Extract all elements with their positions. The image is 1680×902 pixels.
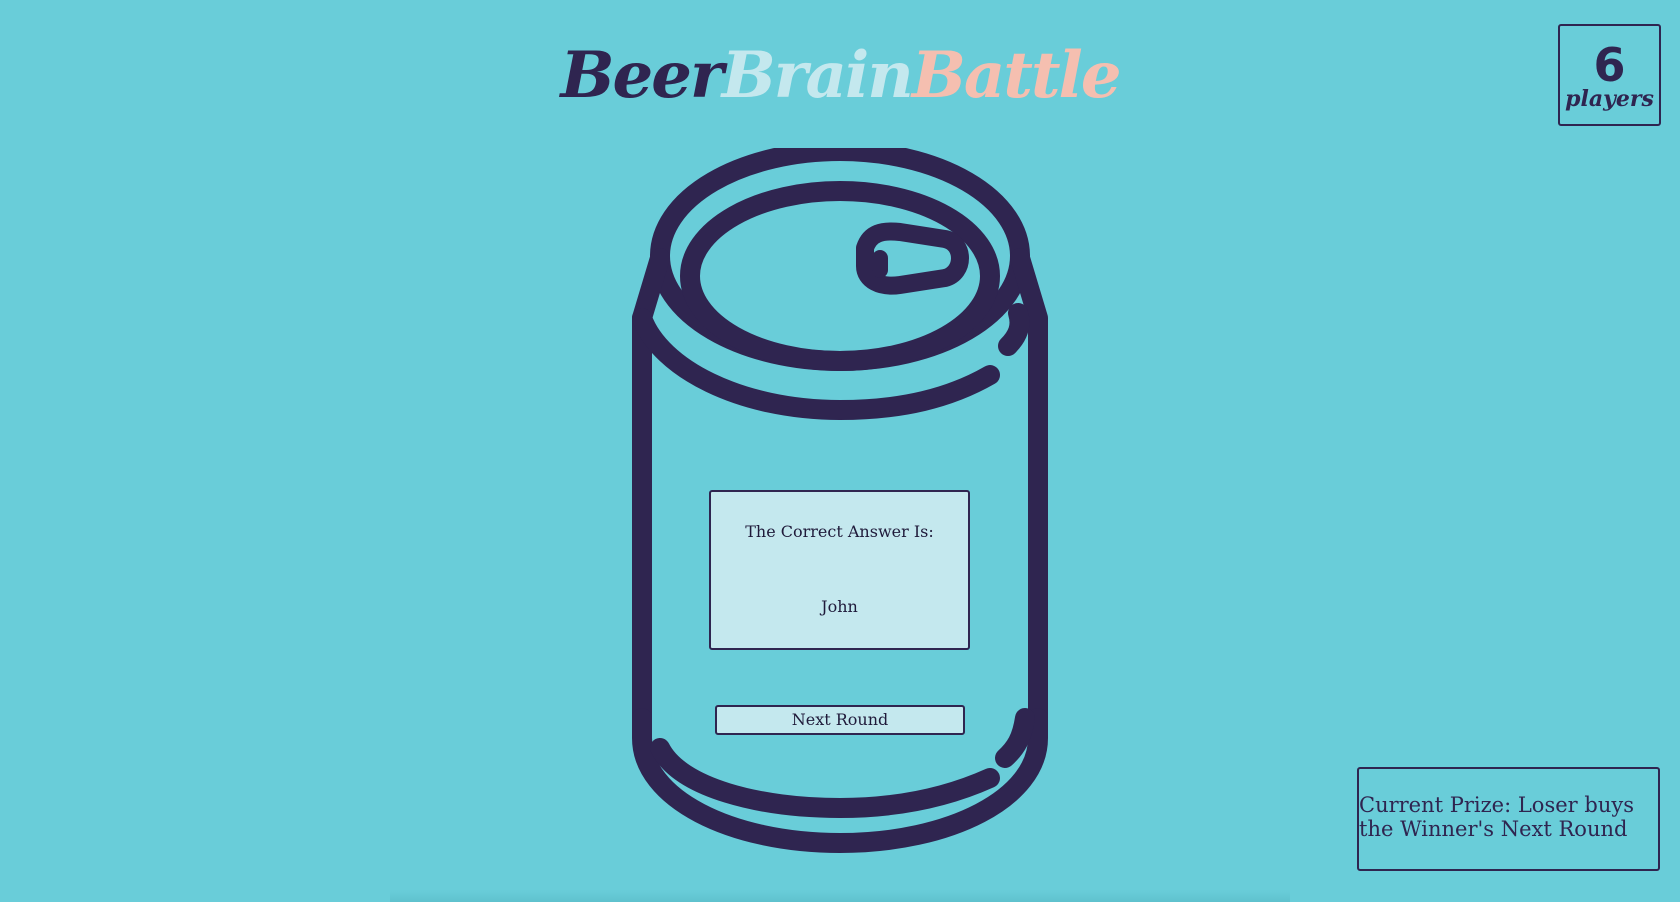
answer-value: John: [821, 597, 858, 616]
answer-card: The Correct Answer Is: John: [709, 490, 970, 650]
next-round-button[interactable]: Next Round: [715, 705, 965, 735]
logo-word-brain: Brain: [721, 38, 914, 113]
current-prize-panel: Current Prize: Loser buys the Winner's N…: [1357, 767, 1660, 871]
player-count-badge: 6 players: [1558, 24, 1661, 126]
bottom-shadow: [390, 890, 1290, 902]
answer-heading: The Correct Answer Is:: [745, 522, 934, 541]
can-bottom-highlight: [995, 708, 1035, 768]
logo-word-battle: Battle: [911, 38, 1122, 113]
app-logo: BeerBrainBattle: [0, 38, 1680, 114]
can-neck-highlight: [998, 303, 1030, 356]
player-count: 6: [1593, 38, 1626, 92]
player-count-label: players: [1565, 86, 1654, 112]
current-prize-text: Current Prize: Loser buys the Winner's N…: [1359, 793, 1634, 841]
can-bottom-curve: [650, 738, 1000, 818]
game-screen: BeerBrainBattle 6 players The Correct An…: [0, 0, 1680, 902]
logo-word-beer: Beer: [560, 38, 723, 113]
